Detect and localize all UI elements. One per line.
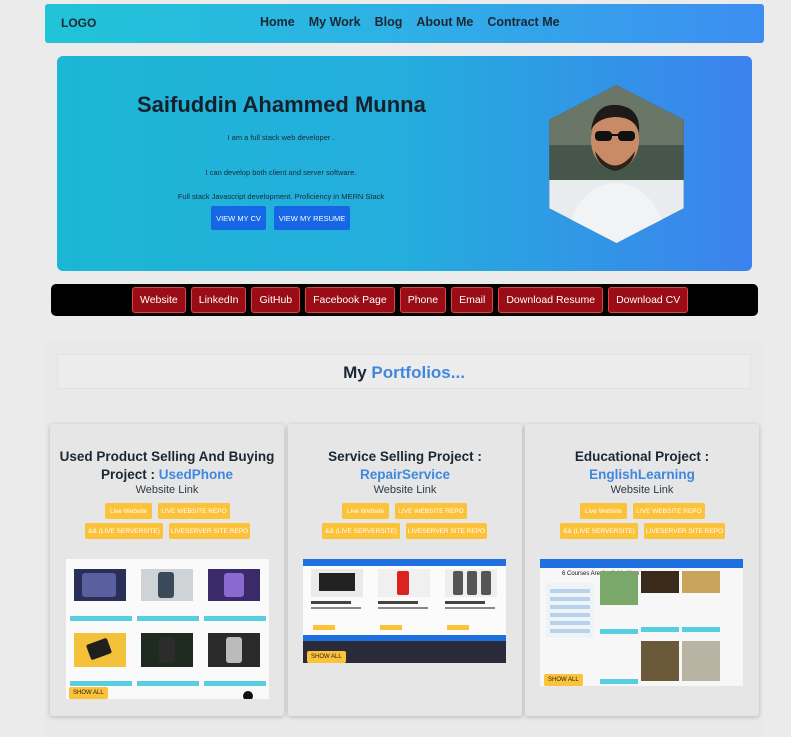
card-subtitle: Website Link bbox=[610, 484, 674, 496]
card-subtitle: Website Link bbox=[373, 484, 437, 496]
liveserver-site-repo-button[interactable]: LIVESERVER SITE REPO bbox=[169, 523, 250, 539]
nav-link-my-work[interactable]: My Work bbox=[309, 15, 361, 29]
portfolio-card-englishlearning: Educational Project : EnglishLearning We… bbox=[525, 424, 759, 716]
project-screenshot: 6 Courses Are Available Now bbox=[540, 559, 743, 686]
github-button[interactable]: GitHub bbox=[251, 287, 301, 313]
project-screenshot bbox=[66, 559, 269, 699]
card-title-project[interactable]: RepairService bbox=[360, 467, 450, 482]
links-bar: Website LinkedIn GitHub Facebook Page Ph… bbox=[51, 284, 758, 316]
live-serversite-button[interactable]: && (LIVE SERVERSITE) bbox=[322, 523, 400, 539]
show-all-button[interactable]: SHOW ALL bbox=[307, 651, 346, 663]
live-website-button[interactable]: Live Website bbox=[105, 503, 152, 519]
live-website-button[interactable]: Live Website bbox=[342, 503, 389, 519]
screenshot-image: 6 Courses Are Available Now bbox=[540, 559, 743, 686]
live-website-repo-button[interactable]: LIVE WEBSITE REPO bbox=[158, 503, 230, 519]
hero-tagline-1: I am a full stack web developer . bbox=[227, 133, 335, 142]
live-website-repo-button[interactable]: LIVE WEBSITE REPO bbox=[633, 503, 705, 519]
nav-links: Home My Work Blog About Me Contract Me bbox=[260, 15, 560, 29]
show-all-button[interactable]: SHOW ALL bbox=[69, 687, 108, 699]
view-cv-button[interactable]: VIEW MY CV bbox=[211, 206, 266, 230]
project-screenshot bbox=[303, 559, 506, 663]
live-website-repo-button[interactable]: LIVE WEBSITE REPO bbox=[395, 503, 467, 519]
live-serversite-button[interactable]: && (LIVE SERVERSITE) bbox=[85, 523, 163, 539]
screenshot-image bbox=[303, 559, 506, 663]
portfolio-card-repairservice: Service Selling Project : RepairService … bbox=[288, 424, 522, 716]
linkedin-button[interactable]: LinkedIn bbox=[190, 287, 247, 313]
phone-button[interactable]: Phone bbox=[399, 287, 447, 313]
liveserver-site-repo-button[interactable]: LIVESERVER SITE REPO bbox=[406, 523, 487, 539]
view-resume-button[interactable]: VIEW MY RESUME bbox=[274, 206, 350, 230]
card-title-prefix: Educational Project : bbox=[574, 449, 710, 464]
nav-link-about-me[interactable]: About Me bbox=[416, 15, 473, 29]
liveserver-site-repo-button[interactable]: LIVESERVER SITE REPO bbox=[644, 523, 725, 539]
card-title: Used Product Selling And Buying Project … bbox=[50, 448, 284, 484]
website-button[interactable]: Website bbox=[132, 287, 186, 313]
portfolio-heading-prefix: My bbox=[343, 363, 367, 382]
hero-tagline-2: I can develop both client and server sof… bbox=[205, 168, 357, 177]
card-title: Educational Project : EnglishLearning bbox=[525, 448, 759, 484]
facebook-page-button[interactable]: Facebook Page bbox=[305, 287, 395, 313]
card-title-project[interactable]: UsedPhone bbox=[159, 467, 233, 482]
top-navbar: LOGO Home My Work Blog About Me Contract… bbox=[45, 4, 764, 43]
email-button[interactable]: Email bbox=[451, 287, 494, 313]
show-all-button[interactable]: SHOW ALL bbox=[544, 674, 583, 686]
hero-tagline-3: Full stack Javascript development. Profi… bbox=[177, 192, 385, 201]
live-website-button[interactable]: Live Website bbox=[580, 503, 627, 519]
card-title-project[interactable]: EnglishLearning bbox=[589, 467, 695, 482]
portfolio-card-usedphone: Used Product Selling And Buying Project … bbox=[50, 424, 284, 716]
hero-name: Saifuddin Ahammed Munna bbox=[137, 92, 426, 117]
live-serversite-button[interactable]: && (LIVE SERVERSITE) bbox=[560, 523, 638, 539]
download-cv-button[interactable]: Download CV bbox=[608, 287, 689, 313]
nav-link-contract-me[interactable]: Contract Me bbox=[487, 15, 559, 29]
screenshot-image bbox=[66, 559, 269, 699]
nav-link-blog[interactable]: Blog bbox=[375, 15, 403, 29]
portfolio-heading-accent: Portfolios... bbox=[371, 363, 465, 382]
card-title-prefix: Service Selling Project : bbox=[328, 449, 482, 464]
logo[interactable]: LOGO bbox=[61, 16, 96, 30]
card-subtitle: Website Link bbox=[135, 484, 199, 496]
download-resume-button[interactable]: Download Resume bbox=[498, 287, 604, 313]
nav-link-home[interactable]: Home bbox=[260, 15, 295, 29]
portfolio-heading: My Portfolios... bbox=[57, 354, 751, 389]
card-title: Service Selling Project : RepairService bbox=[288, 448, 522, 484]
